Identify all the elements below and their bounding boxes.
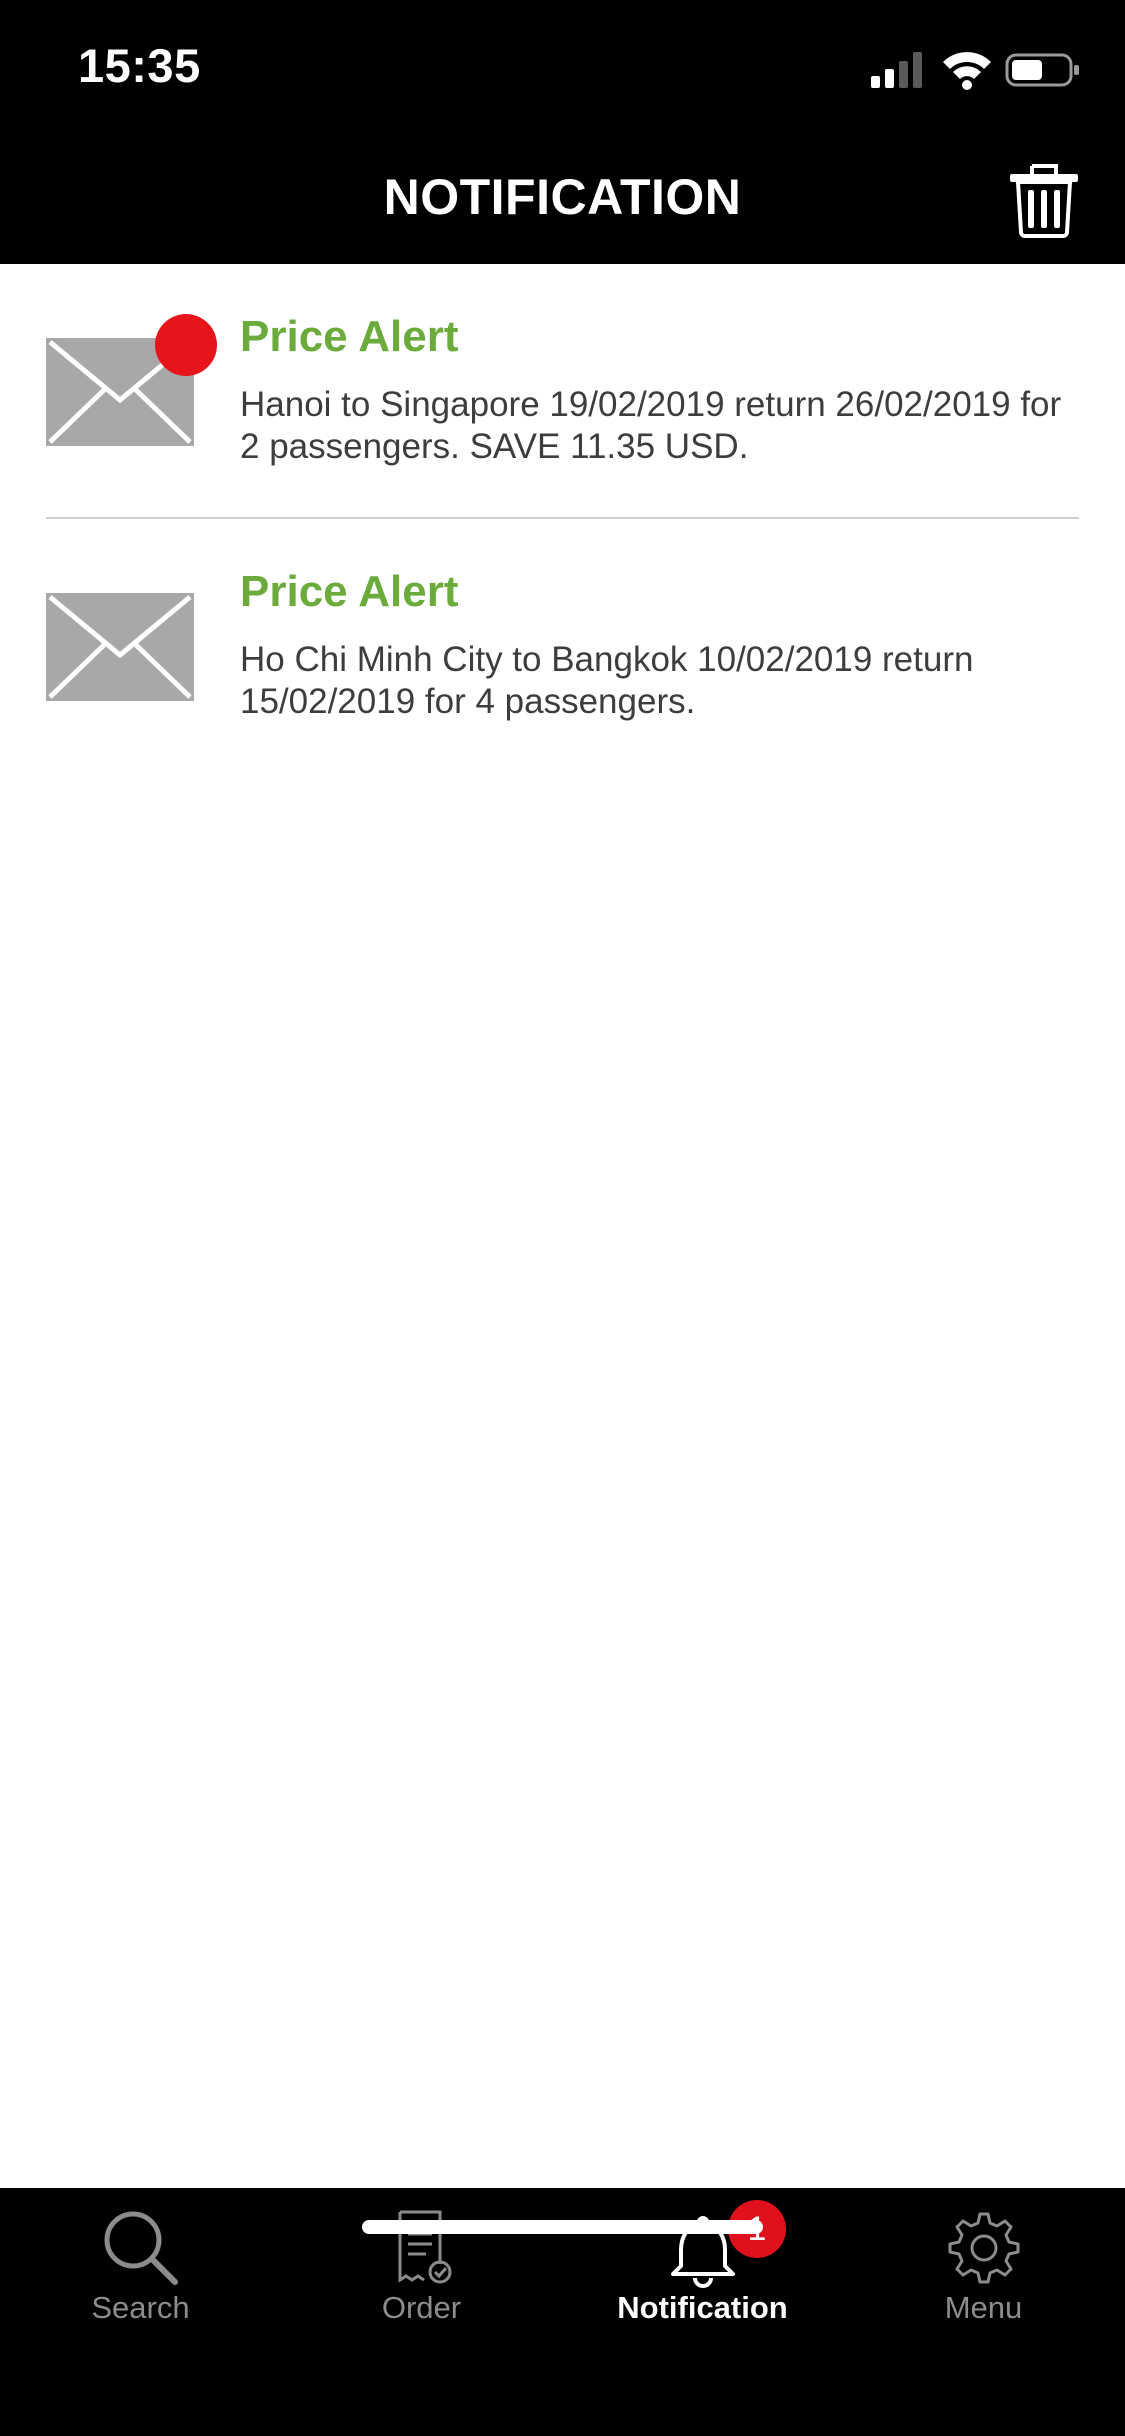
tab-label: Menu: [944, 2290, 1023, 2325]
tab-label: Search: [91, 2290, 190, 2325]
signal-icon: [871, 52, 922, 88]
page-title: NOTIFICATION: [383, 169, 742, 225]
tab-order[interactable]: Order: [281, 2188, 562, 2368]
tab-search[interactable]: Search: [0, 2188, 281, 2368]
notification-list: Price Alert Hanoi to Singapore 19/02/201…: [0, 264, 1125, 774]
tab-label: Order: [381, 2290, 462, 2325]
wifi-icon: [943, 52, 991, 90]
tab-notification[interactable]: 1 Notification: [562, 2188, 843, 2368]
notification-title: Price Alert: [240, 567, 459, 616]
search-icon: [104, 2211, 178, 2285]
notification-body: Ho Chi Minh City to Bangkok 10/02/2019 r…: [240, 640, 974, 721]
gear-icon: [948, 2212, 1019, 2284]
envelope-icon: [46, 593, 194, 701]
unread-dot: [155, 314, 217, 376]
home-indicator[interactable]: [362, 2220, 763, 2234]
status-time: 15:35: [78, 39, 201, 92]
notification-body: Hanoi to Singapore 19/02/2019 return 26/…: [240, 385, 1062, 466]
battery-icon: [1005, 53, 1079, 87]
notification-item[interactable]: Price Alert Hanoi to Singapore 19/02/201…: [0, 264, 1125, 519]
tab-menu[interactable]: Menu: [843, 2188, 1124, 2368]
notification-item[interactable]: Price Alert Ho Chi Minh City to Bangkok …: [0, 519, 1125, 774]
status-icons: [871, 52, 1079, 90]
notification-screen: 15:35 NOTIFICATION Price Alert Hanoi to …: [0, 0, 1125, 2436]
tab-label: Notification: [617, 2290, 788, 2325]
notification-title: Price Alert: [240, 312, 459, 361]
header: 15:35 NOTIFICATION: [0, 0, 1125, 264]
trash-icon[interactable]: [1006, 158, 1082, 238]
